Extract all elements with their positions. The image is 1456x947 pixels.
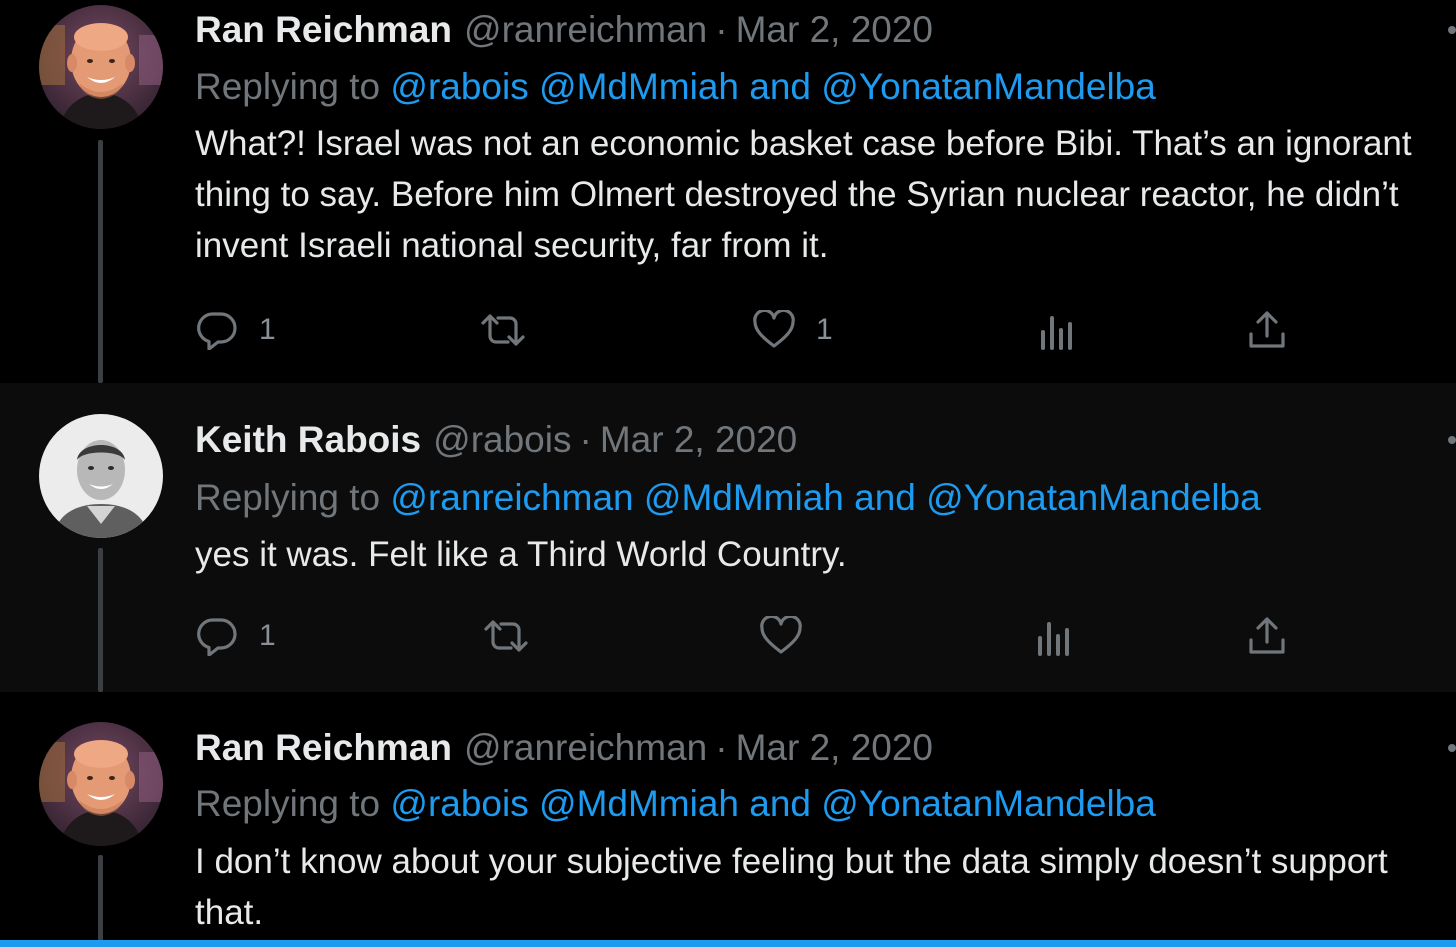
heart-icon: [752, 310, 796, 350]
views-button[interactable]: [1037, 310, 1077, 350]
reply-bubble-icon: [195, 310, 239, 350]
bar-chart-icon: [1037, 310, 1077, 350]
mention-link[interactable]: @YonatanMandelba: [926, 477, 1261, 518]
mention-and-word[interactable]: and: [749, 66, 811, 107]
views-button[interactable]: [1034, 616, 1074, 656]
mention-link[interactable]: @rabois: [390, 783, 528, 824]
author-avatar[interactable]: [39, 722, 163, 846]
author-avatar[interactable]: [39, 5, 163, 129]
heart-icon: [759, 616, 803, 656]
tweet-date[interactable]: Mar 2, 2020: [736, 9, 933, 50]
tweet-date[interactable]: Mar 2, 2020: [736, 727, 933, 768]
mention-link[interactable]: @rabois: [390, 66, 528, 107]
share-button[interactable]: [1245, 310, 1289, 350]
thread-connector-line: [98, 548, 103, 692]
tweet-header: Keith Rabois @rabois · Mar 2, 2020: [195, 415, 797, 465]
bar-chart-icon: [1034, 616, 1074, 656]
share-button[interactable]: [1245, 616, 1289, 656]
mention-link[interactable]: @MdMmiah: [539, 783, 739, 824]
thread-connector-line: [98, 855, 103, 947]
header-separator: ·: [715, 9, 728, 50]
replying-to-line: Replying to @rabois @MdMmiah and @Yonata…: [195, 779, 1156, 829]
reply-bubble-icon: [195, 616, 239, 656]
reply-button[interactable]: 1: [195, 616, 276, 656]
tweet-header: Ran Reichman @ranreichman · Mar 2, 2020: [195, 723, 933, 773]
tweet-3[interactable]: Ran Reichman @ranreichman · Mar 2, 2020 Rep…: [0, 692, 1456, 947]
share-upload-icon: [1245, 616, 1289, 656]
tweet-text: yes it was. Felt like a Third World Coun…: [195, 535, 847, 574]
header-separator: ·: [579, 419, 592, 460]
tweet-actions: 1: [195, 616, 1295, 656]
author-avatar[interactable]: [39, 414, 163, 538]
tweet-actions: 1 1: [195, 310, 1295, 350]
author-name[interactable]: Ran Reichman: [195, 727, 452, 768]
author-handle[interactable]: @ranreichman: [464, 9, 707, 50]
mention-link[interactable]: @YonatanMandelba: [821, 66, 1156, 107]
retweet-arrows-icon: [482, 616, 530, 656]
thread-connector-line: [98, 140, 103, 383]
replying-to-label: Replying to: [195, 477, 381, 518]
mention-link[interactable]: @MdMmiah: [539, 66, 739, 107]
header-separator: ·: [715, 727, 728, 768]
replying-to-label: Replying to: [195, 783, 381, 824]
replying-to-line: Replying to @rabois @MdMmiah and @Yonata…: [195, 62, 1156, 112]
tweet-2[interactable]: Keith Rabois @rabois · Mar 2, 2020 Replying…: [0, 383, 1456, 692]
tweet-text: What?! Israel was not an economic basket…: [195, 124, 1412, 265]
mention-link[interactable]: @ranreichman: [390, 477, 633, 518]
like-button[interactable]: 1: [752, 310, 833, 350]
author-handle[interactable]: @rabois: [433, 419, 571, 460]
like-count: 1: [816, 313, 833, 346]
more-dot-icon[interactable]: [1448, 26, 1456, 34]
more-dot-icon[interactable]: [1448, 436, 1456, 444]
mention-and-word[interactable]: and: [854, 477, 916, 518]
retweet-button[interactable]: [479, 310, 547, 350]
tweet-text: I don’t know about your subjective feeli…: [195, 842, 1388, 932]
reply-count: 1: [259, 619, 276, 652]
replying-to-label: Replying to: [195, 66, 381, 107]
like-button[interactable]: [759, 616, 823, 656]
retweet-arrows-icon: [479, 310, 527, 350]
tweet-1[interactable]: Ran Reichman @ranreichman · Mar 2, 2020 Rep…: [0, 0, 1456, 383]
tweet-header: Ran Reichman @ranreichman · Mar 2, 2020: [195, 5, 933, 55]
tweet-date[interactable]: Mar 2, 2020: [600, 419, 797, 460]
retweet-button[interactable]: [482, 616, 550, 656]
author-name[interactable]: Ran Reichman: [195, 9, 452, 50]
share-upload-icon: [1245, 310, 1289, 350]
mention-link[interactable]: @YonatanMandelba: [821, 783, 1156, 824]
author-handle[interactable]: @ranreichman: [464, 727, 707, 768]
more-dot-icon[interactable]: [1448, 744, 1456, 752]
reply-count: 1: [259, 313, 276, 346]
scroll-progress-bar: [0, 940, 1456, 947]
mention-and-word[interactable]: and: [749, 783, 811, 824]
author-name[interactable]: Keith Rabois: [195, 419, 421, 460]
reply-button[interactable]: 1: [195, 310, 276, 350]
replying-to-line: Replying to @ranreichman @MdMmiah and @Y…: [195, 473, 1261, 523]
mention-link[interactable]: @MdMmiah: [644, 477, 844, 518]
